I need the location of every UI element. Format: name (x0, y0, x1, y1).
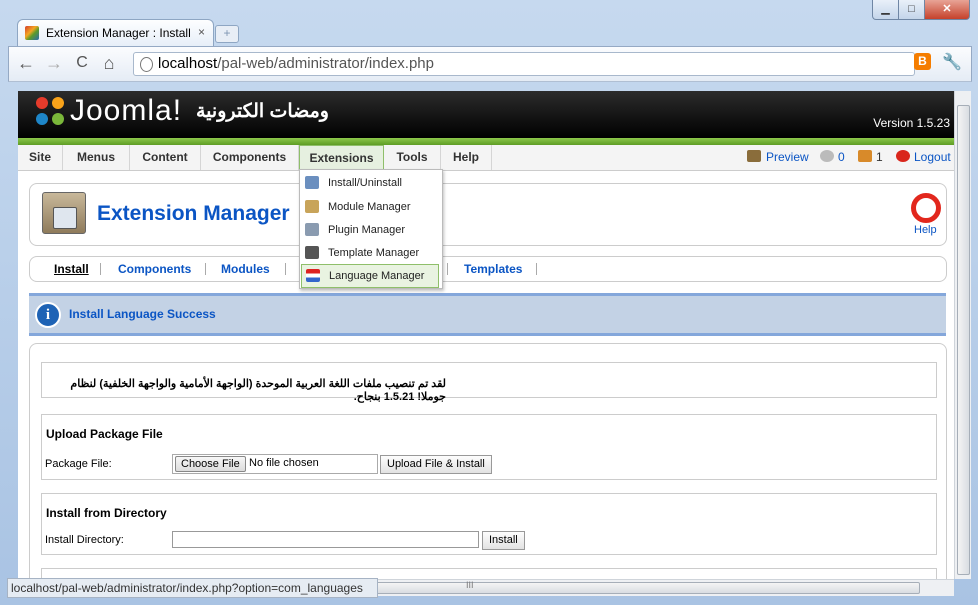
menu-help[interactable]: Help (441, 145, 492, 170)
url-text: localhost/pal-web/administrator/index.ph… (158, 55, 434, 72)
logout-link[interactable]: Logout (914, 150, 951, 164)
minimize-button[interactable]: ▁ (872, 0, 899, 20)
package-file-input[interactable]: Choose File No file chosen (172, 454, 378, 474)
wrench-menu-icon[interactable]: 🔧 (942, 52, 962, 72)
messages-icon (820, 150, 834, 162)
submenu-modules[interactable]: Modules (221, 262, 270, 276)
browser-window: Extension Manager : Install × + ▁ □ ✕ ← … (0, 0, 978, 605)
page-icon (140, 57, 153, 72)
reload-icon[interactable]: C (71, 53, 93, 73)
dropdown-label: Language Manager (329, 270, 425, 282)
preview-link[interactable]: Preview (766, 150, 809, 164)
install-result-box: لقد تم تنصيب ملفات اللغة العربية الموحدة… (41, 362, 937, 403)
upload-install-button[interactable]: Upload File & Install (380, 455, 492, 474)
menu-tools[interactable]: Tools (384, 145, 441, 170)
install-panel: لقد تم تنصيب ملفات اللغة العربية الموحدة… (29, 343, 947, 579)
extension-manager-icon (42, 192, 86, 234)
logout-icon (896, 150, 910, 162)
submenu-separator (447, 263, 448, 275)
help-lifebuoy-icon[interactable] (911, 193, 941, 223)
dropdown-template-manager[interactable]: Template Manager (301, 242, 439, 264)
vertical-scroll-thumb[interactable] (957, 105, 970, 575)
back-icon[interactable]: ← (15, 53, 37, 73)
no-file-text: No file chosen (249, 457, 319, 469)
system-message: i Install Language Success (29, 293, 946, 336)
language-flag-icon (306, 269, 320, 282)
submenu-separator (285, 263, 286, 275)
maximize-button[interactable]: □ (898, 0, 925, 20)
tab-title: Extension Manager : Install (46, 26, 191, 40)
extension-submenu: Install Components Modules Templates (29, 256, 947, 282)
version-label: Version 1.5.23 (873, 116, 950, 130)
plugin-icon (305, 223, 319, 236)
upload-title: Upload Package File (46, 427, 163, 441)
page-title-box: Extension Manager Help (29, 183, 947, 246)
blogger-extension-icon[interactable]: B (914, 53, 931, 70)
submenu-templates[interactable]: Templates (464, 262, 522, 276)
install-directory-input[interactable] (172, 531, 479, 548)
joomla-logo-icon (36, 97, 66, 127)
install-directory-button[interactable]: Install (482, 531, 525, 550)
dropdown-module-manager[interactable]: Module Manager (301, 196, 439, 218)
dropdown-install-uninstall[interactable]: Install/Uninstall (301, 172, 439, 194)
joomla-favicon-icon (25, 26, 39, 40)
dropdown-language-manager[interactable]: Language Manager (301, 264, 439, 288)
menu-components[interactable]: Components (201, 145, 299, 170)
submenu-components[interactable]: Components (118, 262, 191, 276)
dropdown-label: Plugin Manager (328, 224, 406, 236)
extensions-dropdown: Install/Uninstall Module Manager Plugin … (299, 169, 443, 289)
package-file-label: Package File: (45, 458, 112, 470)
vertical-scrollbar[interactable] (954, 91, 971, 579)
joomla-logo-text: Joomla! (70, 94, 183, 127)
directory-title: Install from Directory (46, 506, 167, 520)
browser-tab[interactable]: Extension Manager : Install × (17, 19, 214, 47)
menu-content[interactable]: Content (130, 145, 201, 170)
joomla-header: Joomla! ومضات الكترونية Version 1.5.23 (18, 91, 954, 138)
submenu-separator (100, 263, 101, 275)
info-icon: i (35, 302, 61, 328)
status-bar: localhost/pal-web/administrator/index.ph… (7, 578, 378, 598)
menu-menus[interactable]: Menus (63, 145, 130, 170)
new-tab-button[interactable]: + (215, 25, 239, 43)
page-title: Extension Manager (97, 202, 290, 225)
users-count: 1 (876, 150, 883, 164)
upload-package-fieldset: Upload Package File Package File: Choose… (41, 414, 937, 480)
forward-icon[interactable]: → (43, 53, 65, 73)
address-bar[interactable]: localhost/pal-web/administrator/index.ph… (133, 52, 915, 76)
install-directory-fieldset: Install from Directory Install Directory… (41, 493, 937, 555)
header-green-stripe (18, 138, 954, 145)
dropdown-label: Module Manager (328, 201, 411, 213)
success-message: Install Language Success (69, 307, 216, 321)
preview-icon (747, 150, 761, 162)
submenu-separator (536, 263, 537, 275)
home-icon[interactable]: ⌂ (98, 53, 120, 73)
close-window-button[interactable]: ✕ (924, 0, 970, 20)
dropdown-plugin-manager[interactable]: Plugin Manager (301, 219, 439, 241)
help-link[interactable]: Help (914, 224, 937, 236)
admin-menu-bar: Site Menus Content Components Extensions… (18, 145, 954, 172)
menu-extensions[interactable]: Extensions (299, 145, 384, 172)
tab-close-icon[interactable]: × (198, 25, 205, 39)
install-result-text: لقد تم تنصيب ملفات اللغة العربية الموحدة… (70, 378, 446, 403)
choose-file-button[interactable]: Choose File (175, 456, 246, 472)
submenu-install[interactable]: Install (54, 262, 89, 276)
module-icon (305, 200, 319, 213)
menu-site[interactable]: Site (18, 145, 63, 170)
scroll-grip-icon: III (466, 580, 474, 590)
dropdown-label: Template Manager (328, 247, 420, 259)
submenu-separator (205, 263, 206, 275)
site-name: ومضات الكترونية (196, 101, 329, 122)
users-icon (858, 150, 872, 162)
dropdown-label: Install/Uninstall (328, 177, 402, 189)
messages-count[interactable]: 0 (838, 150, 845, 164)
browser-toolbar: ← → C ⌂ localhost/pal-web/administrator/… (8, 46, 972, 82)
install-directory-label: Install Directory: (45, 534, 124, 546)
install-icon (305, 176, 319, 189)
page-viewport: Joomla! ومضات الكترونية Version 1.5.23 S… (18, 91, 954, 579)
template-icon (305, 246, 319, 259)
